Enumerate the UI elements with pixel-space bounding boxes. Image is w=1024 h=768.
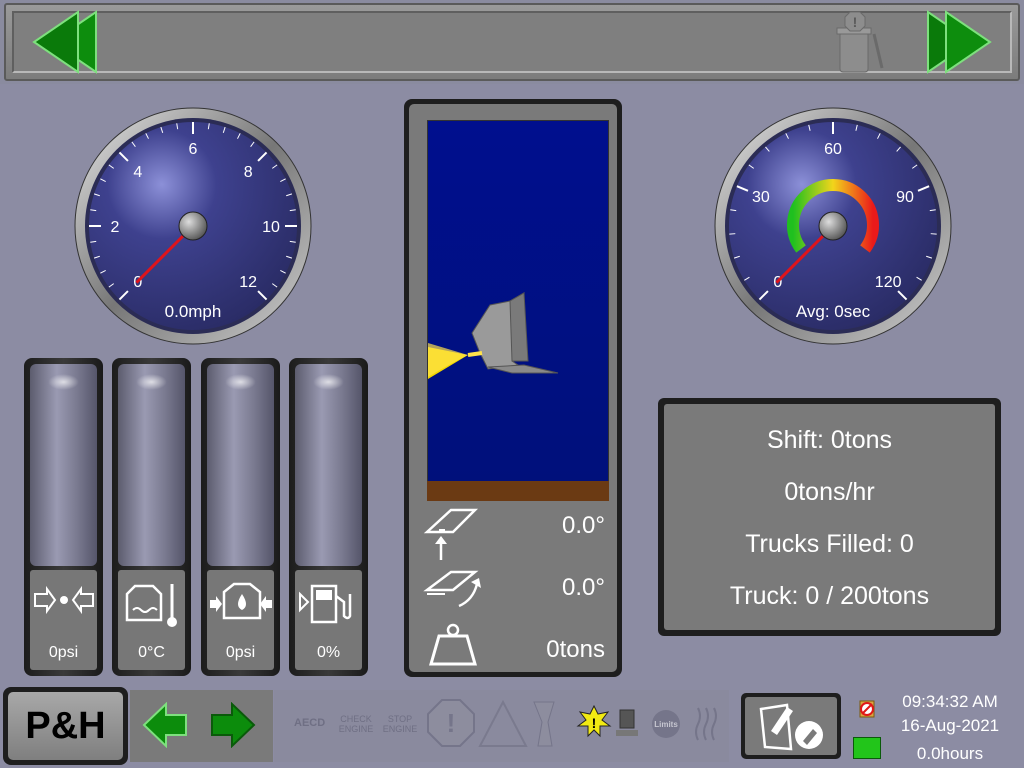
trash-alert-icon: ! (836, 11, 884, 73)
clock-time: 09:34:32 AM (902, 692, 998, 711)
svg-text:!: ! (447, 708, 456, 738)
pitch-angle-value: 0.0° (562, 574, 605, 601)
oil-pressure-tank: 0psi (201, 358, 280, 676)
hydraulic-pressure-icon (24, 580, 103, 625)
active-alert-icon: ! (576, 704, 612, 738)
electrical-alarm-icon (533, 701, 555, 747)
clear-alarms-button[interactable]: ! (834, 10, 886, 79)
speed-gauge-tick-label: 8 (244, 164, 253, 181)
engine-hours: 0.0hours (916, 744, 984, 763)
left-arrow-icon[interactable] (142, 702, 190, 748)
ground-strip (427, 481, 609, 501)
bottom-nav-strip (130, 690, 273, 762)
svg-text:!: ! (592, 715, 597, 731)
cycle-gauge-tick-label: 120 (875, 274, 902, 291)
dipper-visualization (427, 120, 609, 500)
speed-gauge-tick-label: 2 (111, 219, 120, 236)
hydraulic-pressure-tank: 0psi (24, 358, 103, 676)
bucket-tilt-icon (423, 508, 479, 560)
oil-pressure-icon (201, 580, 280, 635)
tank-value: 0% (316, 644, 341, 661)
trucks-filled: Trucks Filled: 0 (745, 530, 914, 558)
stop-engine-indicator: STOP ENGINE (382, 714, 418, 734)
production-stats-inner: Shift: 0tons 0tons/hr Trucks Filled: 0 T… (664, 404, 995, 630)
limits-indicator: Limits (652, 710, 680, 738)
dipper-panel-inner: 0.0° 0.0° 0tons (409, 104, 617, 672)
cycle-time-gauge: 0306090120 Avg: 0sec (713, 106, 953, 346)
tank-tube (30, 364, 97, 566)
speed-gauge-tick-label: 4 (133, 164, 142, 181)
speed-gauge-tick-label: 12 (239, 274, 257, 291)
speed-readout: 0.0mph (164, 302, 222, 321)
aecd-indicator: AECD (294, 717, 326, 729)
speed-gauge: 024681012 0.0mph (73, 106, 313, 346)
speed-gauge-tick-label: 6 (189, 141, 198, 158)
warning-triangle-icon (478, 700, 528, 747)
notes-button[interactable] (741, 693, 841, 759)
truck-load: Truck: 0 / 200tons (729, 582, 930, 610)
notes-pen-icon (759, 703, 823, 751)
tank-tube (295, 364, 362, 566)
production-stats-panel: Shift: 0tons 0tons/hr Trucks Filled: 0 T… (658, 398, 1001, 636)
double-right-arrow-icon (927, 10, 992, 74)
speed-limit-icon (616, 709, 638, 736)
notes-button-inner (745, 697, 837, 755)
fuel-level-tank: 0% (289, 358, 368, 676)
svg-text:!: ! (853, 14, 858, 30)
cycle-time-readout: Avg: 0sec (795, 302, 871, 321)
bucket-pitch-icon (423, 570, 481, 608)
ph-logo: P&H (8, 692, 123, 760)
coolant-temp-icon (112, 580, 191, 635)
status-indicator (853, 737, 881, 759)
tons-per-hour: 0tons/hr (784, 478, 875, 506)
cycle-gauge-tick-label: 90 (896, 189, 914, 206)
previous-page-button[interactable] (16, 10, 98, 79)
dipper-panel: 0.0° 0.0° 0tons (404, 99, 622, 677)
tank-value: 0°C (138, 644, 165, 661)
tilt-angle-value: 0.0° (562, 512, 605, 539)
no-hold-icon (859, 700, 875, 718)
coolant-temp-tank: 0°C (112, 358, 191, 676)
stop-alarm-icon: ! (427, 699, 475, 747)
payload-weight-icon (429, 623, 477, 666)
ph-logo-button[interactable]: P&H (3, 687, 128, 765)
double-left-arrow-icon (32, 10, 97, 74)
tank-tube (118, 364, 185, 566)
payload-value: 0tons (546, 636, 605, 663)
fuel-icon (289, 580, 368, 635)
tank-tube (207, 364, 274, 566)
cycle-gauge-tick-label: 30 (752, 189, 770, 206)
clock-date: 16-Aug-2021 (900, 716, 1000, 735)
check-engine-indicator: CHECK ENGINE (338, 714, 374, 734)
alarm-indicator-strip: AECD CHECK ENGINE STOP ENGINE ! ! Limits (274, 690, 729, 762)
tank-value: 0psi (225, 644, 256, 661)
speed-gauge-tick-label: 10 (262, 219, 280, 236)
dipper-bucket-icon (428, 292, 559, 379)
heat-indicator-icon (695, 707, 717, 741)
shift-tons: Shift: 0tons (766, 426, 893, 454)
cycle-gauge-tick-label: 60 (824, 141, 842, 158)
tank-value: 0psi (48, 644, 79, 661)
next-page-button[interactable] (926, 10, 1008, 79)
right-arrow-icon[interactable] (208, 702, 256, 748)
